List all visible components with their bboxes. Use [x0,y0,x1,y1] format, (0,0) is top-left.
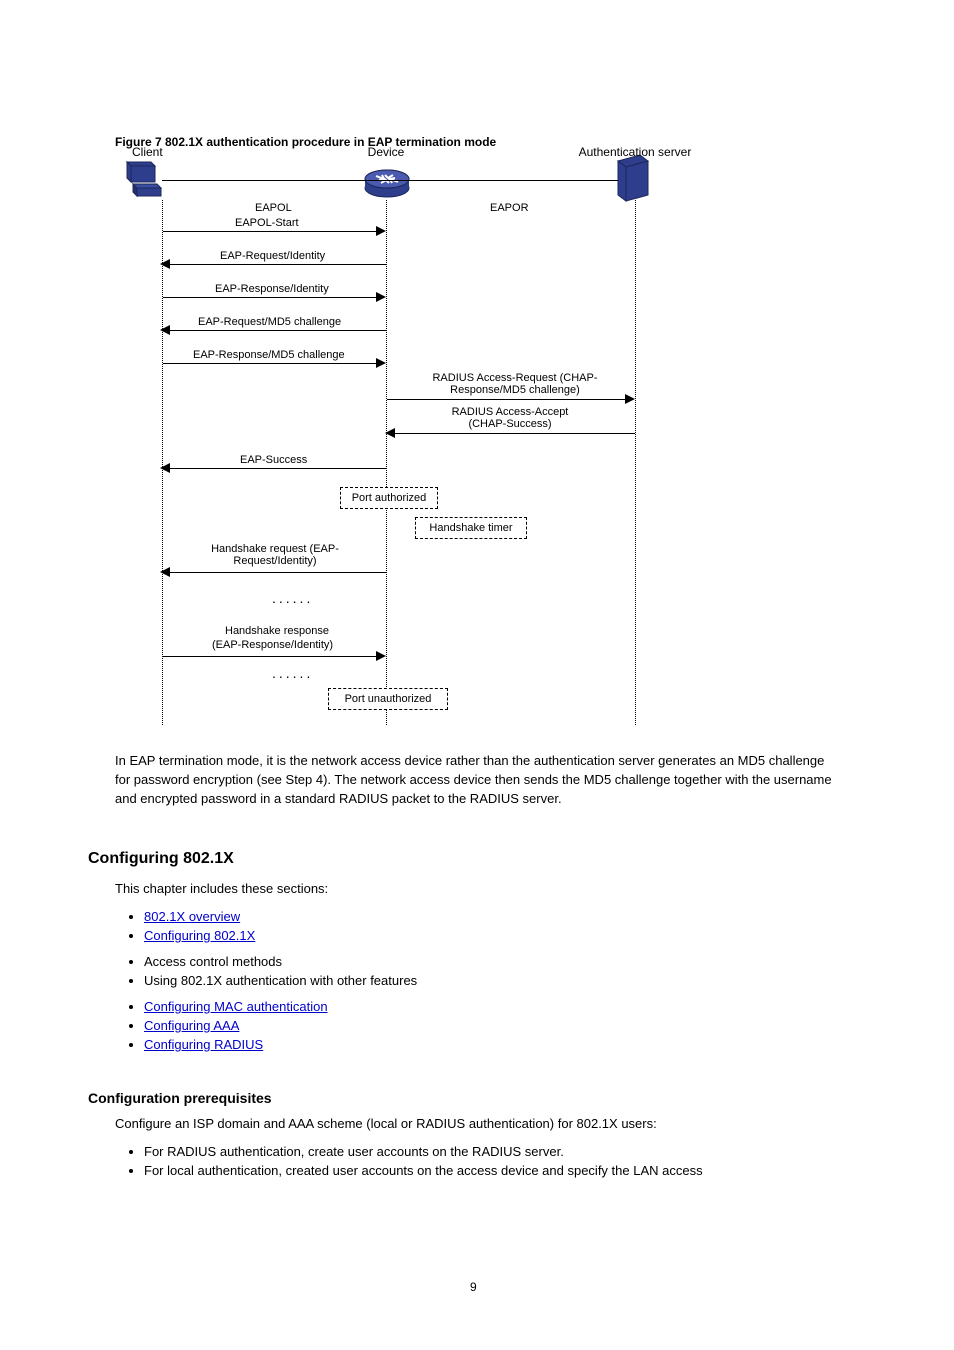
ellipsis-bottom: ...... [272,665,313,681]
msg10b-label: (EAP-Response/Identity) [212,639,333,651]
msg1-arrow [163,231,378,232]
handshake-timer-box: Handshake timer [415,517,527,539]
msg9-arrow [170,572,386,573]
msg10-head [376,651,386,661]
msg8-arrow [170,468,386,469]
bullets-block-1: 802.1X overview Configuring 802.1X [118,905,255,947]
msg5-arrow [163,363,378,364]
port-unauthorized-box: Port unauthorized [328,688,448,710]
msg8-label: EAP-Success [240,454,307,466]
msg5-label: EAP-Response/MD5 challenge [193,349,345,361]
client-label: Client [132,145,162,159]
msg3-head [376,292,386,302]
link-configuring-aaa[interactable]: Configuring AAA [144,1018,328,1033]
bullets-block-2: Access control methods Using 802.1X auth… [118,950,417,992]
device-label: Device [366,145,406,159]
link-configuring-mac-auth[interactable]: Configuring MAC authentication [144,999,328,1014]
msg2-arrow [170,264,386,265]
page-number: 9 [470,1280,477,1294]
bullet-configuring-8021x[interactable]: Configuring 802.1X [144,928,255,943]
msg1-head [376,226,386,236]
link-configuring-radius[interactable]: Configuring RADIUS [144,1037,328,1052]
list-intro: This chapter includes these sections: [115,880,328,899]
cfg-item-radius: For RADIUS authentication, create user a… [144,1144,703,1159]
bullets-links: Configuring MAC authentication Configuri… [118,995,328,1056]
msg4-arrow [170,330,386,331]
msg6-label: RADIUS Access-Request (CHAP-Response/MD5… [420,372,610,396]
device-lifeline [386,200,387,725]
eapor-side-label: EAPOR [490,202,529,214]
server-label: Authentication server [575,145,695,159]
cfg-bullets: For RADIUS authentication, create user a… [118,1140,703,1182]
figure-caption: Figure 7 802.1X authentication procedure… [115,135,496,149]
msg4-head [160,325,170,335]
client-icon [123,156,167,205]
device-icon [362,158,412,205]
server-lifeline [635,200,636,725]
top-connector-line [162,180,618,181]
msg3-label: EAP-Response/Identity [215,283,329,295]
msg9-head [160,567,170,577]
bullet-8021x-overview[interactable]: 802.1X overview [144,909,255,924]
msg10-arrow [163,656,378,657]
msg5-head [376,358,386,368]
msg9-label: Handshake request (EAP-Request/Identity) [200,543,350,567]
msg7-label: RADIUS Access-Accept (CHAP-Success) [440,406,580,430]
msg10a-label: Handshake response [225,625,329,637]
msg4-label: EAP-Request/MD5 challenge [198,316,341,328]
bullet-access-control-methods: Access control methods [144,954,417,969]
eapol-side-label: EAPOL [255,202,292,214]
msg6-arrow [387,399,627,400]
cfg-item-local: For local authentication, created user a… [144,1163,703,1178]
heading-config-prereq: Configuration prerequisites [88,1090,272,1106]
msg3-arrow [163,297,378,298]
server-icon [614,153,652,208]
ellipsis-top: ...... [272,590,313,606]
paragraph-1: In EAP termination mode, it is the netwo… [115,752,835,809]
msg7-head [385,428,395,438]
msg1-label: EAPOL-Start [235,217,299,229]
port-authorized-box: Port authorized [340,487,438,509]
bullet-using-8021x-with-other: Using 802.1X authentication with other f… [144,973,417,988]
heading-configuring-8021x: Configuring 802.1X [88,850,234,868]
msg8-head [160,463,170,473]
msg6-head [625,394,635,404]
cfg-intro: Configure an ISP domain and AAA scheme (… [115,1115,835,1134]
msg2-label: EAP-Request/Identity [220,250,325,262]
msg2-head [160,259,170,269]
msg7-arrow [395,433,635,434]
